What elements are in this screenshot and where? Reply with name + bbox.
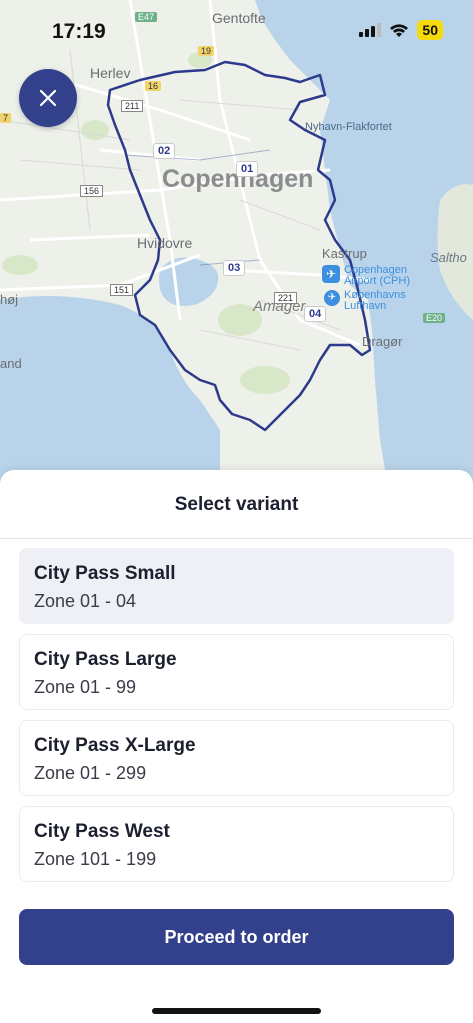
proceed-to-order-button[interactable]: Proceed to order xyxy=(19,909,454,965)
zone-badge: 04 xyxy=(304,306,327,322)
status-icons: 50 xyxy=(359,20,443,40)
home-indicator[interactable] xyxy=(152,1008,321,1014)
zone-badge: 02 xyxy=(153,143,176,159)
road-badge: 7 xyxy=(0,113,12,123)
place-label-saltholm: Saltho xyxy=(430,250,467,265)
variant-zone: Zone 101 - 199 xyxy=(34,849,157,869)
park-area xyxy=(81,120,109,140)
road-badge: 16 xyxy=(145,81,162,91)
road-badge: 156 xyxy=(80,185,104,197)
variant-option-west[interactable]: City Pass West Zone 101 - 199 xyxy=(19,806,454,882)
park-area xyxy=(240,366,290,394)
place-label-dragor: Dragør xyxy=(362,334,403,349)
road-badge: E20 xyxy=(423,313,446,323)
place-label-hoj: høj xyxy=(0,292,19,307)
airport-marker[interactable]: ✈ Copenhagen Airport (CPH) xyxy=(322,265,410,287)
status-bar: 17:19 50 xyxy=(0,0,473,62)
variant-name: City Pass West xyxy=(34,821,170,842)
status-time: 17:19 xyxy=(52,20,106,43)
variant-zone: Zone 01 - 04 xyxy=(34,591,137,611)
plane-circle-icon: ✈ xyxy=(324,290,340,306)
variant-option-small[interactable]: City Pass Small Zone 01 - 04 xyxy=(19,548,454,624)
sheet-title: Select variant xyxy=(174,494,299,515)
cellular-icon xyxy=(359,23,382,37)
variant-zone: Zone 01 - 299 xyxy=(34,763,147,783)
bay-water xyxy=(159,257,219,306)
close-button[interactable] xyxy=(19,69,77,127)
variant-sheet: Select variant City Pass Small Zone 01 -… xyxy=(0,470,473,1023)
airport2-marker[interactable]: ✈ Københavns Lufthavn xyxy=(324,290,406,312)
close-icon xyxy=(39,89,57,107)
place-label-kastrup: Kastrup xyxy=(322,246,367,261)
battery-icon: 50 xyxy=(417,20,443,40)
road-badge: 221 xyxy=(274,292,298,304)
map-view[interactable]: Gentofte Herlev Nyhavn-Flakfortet Copenh… xyxy=(0,0,473,500)
park-area xyxy=(2,255,38,275)
zone-badge: 03 xyxy=(223,260,246,276)
variant-name: City Pass X-Large xyxy=(34,735,196,756)
divider xyxy=(0,538,473,539)
airport-label-line2: Airport (CPH) xyxy=(344,275,411,287)
place-label-nyhavn: Nyhavn-Flakfortet xyxy=(305,121,392,133)
airplane-icon: ✈ xyxy=(322,265,340,283)
variant-name: City Pass Large xyxy=(34,649,177,670)
variant-zone: Zone 01 - 99 xyxy=(34,677,137,697)
variant-name: City Pass Small xyxy=(34,563,176,584)
road-badge: 151 xyxy=(110,284,134,296)
wifi-icon xyxy=(390,23,409,37)
variant-list: City Pass Small Zone 01 - 04 City Pass L… xyxy=(19,548,454,892)
road-badge: 211 xyxy=(121,100,144,112)
airport2-label-line2: Lufthavn xyxy=(344,300,387,312)
place-label-land: and xyxy=(0,356,22,371)
variant-option-x-large[interactable]: City Pass X-Large Zone 01 - 299 xyxy=(19,720,454,796)
variant-option-large[interactable]: City Pass Large Zone 01 - 99 xyxy=(19,634,454,710)
map-canvas[interactable] xyxy=(0,0,473,500)
zone-badge: 01 xyxy=(236,161,259,177)
place-label-hvidovre: Hvidovre xyxy=(137,235,193,251)
place-label-herlev: Herlev xyxy=(90,65,131,81)
